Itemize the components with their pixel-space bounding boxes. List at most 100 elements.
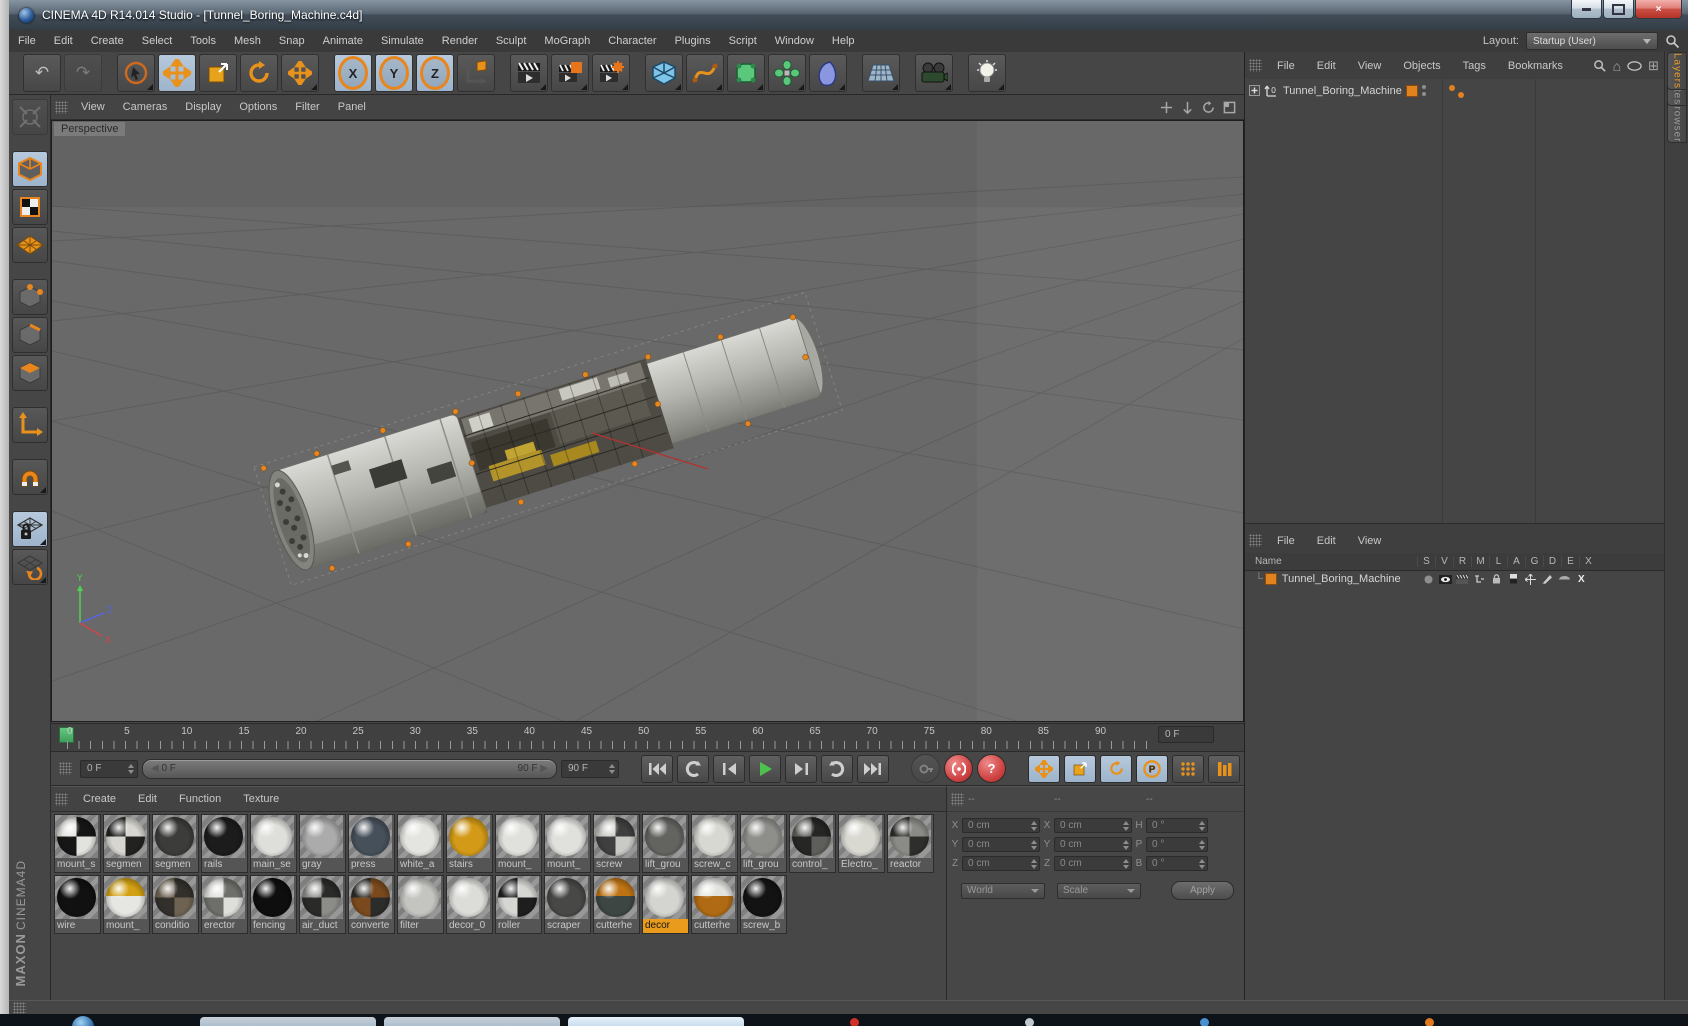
material-item[interactable]: screw_b (740, 875, 787, 934)
material-item[interactable]: control_ (789, 814, 836, 873)
viewport-menu-item[interactable]: Display (176, 101, 230, 113)
rotation-field[interactable]: 0 ° (1146, 856, 1208, 871)
stepper-icon[interactable] (609, 763, 615, 774)
layer-column-header[interactable]: X (1579, 556, 1597, 567)
convert-button[interactable] (11, 99, 48, 135)
close-button[interactable]: × (1635, 0, 1682, 19)
timeline-ruler[interactable]: 0 5 10 15 20 25 30 35 40 45 50 55 60 65 70 75 80 85 90 0 F (51, 723, 1244, 752)
maximize-button[interactable] (1603, 0, 1634, 19)
taskbar-icon[interactable] (1025, 1018, 1034, 1026)
enable-axis-button[interactable] (11, 407, 48, 443)
stepper-icon[interactable] (1123, 839, 1129, 850)
key-position-toggle[interactable] (1028, 754, 1060, 783)
material-item[interactable]: decor (642, 875, 689, 934)
key-parameter-toggle[interactable]: P (1136, 754, 1168, 783)
start-orb-icon[interactable] (72, 1016, 94, 1026)
layer-color-chip[interactable] (1264, 573, 1277, 585)
menu-item[interactable]: Sculpt (487, 30, 536, 52)
layer-column-header[interactable]: R (1453, 556, 1471, 567)
viewport-menu-item[interactable]: View (72, 101, 114, 113)
material-menu-item[interactable]: Edit (127, 793, 168, 805)
material-item[interactable]: roller (495, 875, 542, 934)
coordinate-system-button[interactable] (457, 54, 495, 92)
add-subdivision-surface-button[interactable] (727, 54, 765, 92)
tbm-model[interactable] (253, 291, 843, 586)
xref-icon[interactable]: X (1573, 574, 1590, 585)
size-field[interactable]: 0 cm (1054, 818, 1132, 833)
layer-column-header[interactable]: M (1471, 556, 1489, 567)
add-deformer-button[interactable] (809, 54, 847, 92)
object-tag-dots[interactable] (1449, 84, 1469, 100)
move-tool-button[interactable] (158, 54, 196, 92)
frame-range-slider[interactable]: ◀ 0 F 90 F ▶ (142, 758, 557, 779)
key-rotation-toggle[interactable] (1100, 754, 1132, 783)
layer-column-header[interactable]: V (1435, 556, 1453, 567)
material-item[interactable]: segmen (103, 814, 150, 873)
snap-button[interactable] (11, 459, 48, 495)
edges-mode-button[interactable] (11, 317, 48, 353)
menu-item[interactable]: Edit (45, 30, 82, 52)
deformers-icon[interactable] (1539, 574, 1556, 585)
autokey-button[interactable] (944, 754, 973, 783)
material-item[interactable]: mount_s (54, 814, 101, 873)
rotation-field[interactable]: 0 ° (1146, 818, 1208, 833)
axis-lock-button[interactable]: Y (375, 54, 413, 92)
material-item[interactable]: cutterhe (691, 875, 738, 934)
material-item[interactable]: press (348, 814, 395, 873)
undo-button[interactable]: ↶ (23, 54, 61, 92)
material-item[interactable]: mount_ (544, 814, 591, 873)
layer-manager-menu-item[interactable]: Edit (1306, 535, 1347, 547)
panel-grip[interactable] (951, 792, 964, 806)
viewport-menu-item[interactable]: Cameras (114, 101, 177, 113)
expand-icon[interactable] (1249, 85, 1260, 96)
key-pla-toggle[interactable] (1172, 754, 1204, 783)
object-name[interactable]: Tunnel_Boring_Machine (1283, 85, 1402, 97)
size-field[interactable]: 0 cm (1054, 856, 1132, 871)
next-key-button[interactable] (821, 754, 853, 783)
menu-item[interactable]: Window (766, 30, 823, 52)
layer-manager-menu-item[interactable]: File (1266, 535, 1306, 547)
material-item[interactable]: reactor (887, 814, 934, 873)
title-bar[interactable]: CINEMA 4D R14.014 Studio - [Tunnel_Borin… (9, 0, 1688, 31)
menu-item[interactable]: Script (720, 30, 766, 52)
align-workplane-button[interactable] (11, 549, 48, 585)
record-key-button[interactable] (911, 754, 940, 783)
menu-item[interactable]: Render (433, 30, 487, 52)
material-item[interactable]: decor_0 (446, 875, 493, 934)
add-camera-button[interactable] (915, 54, 953, 92)
render-settings-button[interactable] (592, 54, 630, 92)
rotate-tool-button[interactable] (240, 54, 278, 92)
previous-key-button[interactable] (677, 754, 709, 783)
scale-tool-button[interactable] (199, 54, 237, 92)
menu-item[interactable]: Select (133, 30, 182, 52)
material-item[interactable]: wire (54, 875, 101, 934)
pan-view-icon[interactable] (1160, 101, 1173, 114)
visibility-icon[interactable] (1627, 60, 1642, 71)
timeline-mode-button[interactable] (1208, 754, 1240, 783)
manager-icon[interactable] (1471, 574, 1488, 585)
object-manager-menu-item[interactable]: Objects (1392, 60, 1451, 72)
play-button[interactable] (749, 754, 781, 783)
expressions-icon[interactable] (1556, 574, 1573, 585)
end-frame-field[interactable]: 90 F (561, 759, 619, 778)
layer-column-header[interactable]: D (1543, 556, 1561, 567)
object-manager[interactable]: 0 Tunnel_Boring_Machine (1245, 79, 1665, 523)
material-item[interactable]: screw_c (691, 814, 738, 873)
rotation-field[interactable]: 0 ° (1146, 837, 1208, 852)
menu-item[interactable]: Help (823, 30, 864, 52)
material-item[interactable]: white_a (397, 814, 444, 873)
panel-grip[interactable] (59, 762, 72, 775)
taskbar-icon[interactable] (1200, 1018, 1209, 1026)
menu-item[interactable]: Character (599, 30, 665, 52)
stepper-icon[interactable] (1031, 839, 1037, 850)
menu-item[interactable]: Tools (181, 30, 225, 52)
taskbar-button[interactable] (200, 1017, 376, 1026)
material-item[interactable]: conditio (152, 875, 199, 934)
panel-grip[interactable] (55, 792, 68, 806)
next-frame-button[interactable] (785, 754, 817, 783)
layer-manager-menu-item[interactable]: View (1347, 535, 1393, 547)
texture-mode-button[interactable] (11, 189, 48, 225)
search-icon[interactable] (1593, 59, 1607, 73)
layer-object-name[interactable]: Tunnel_Boring_Machine (1282, 573, 1418, 585)
layer-column-header[interactable]: L (1489, 556, 1507, 567)
